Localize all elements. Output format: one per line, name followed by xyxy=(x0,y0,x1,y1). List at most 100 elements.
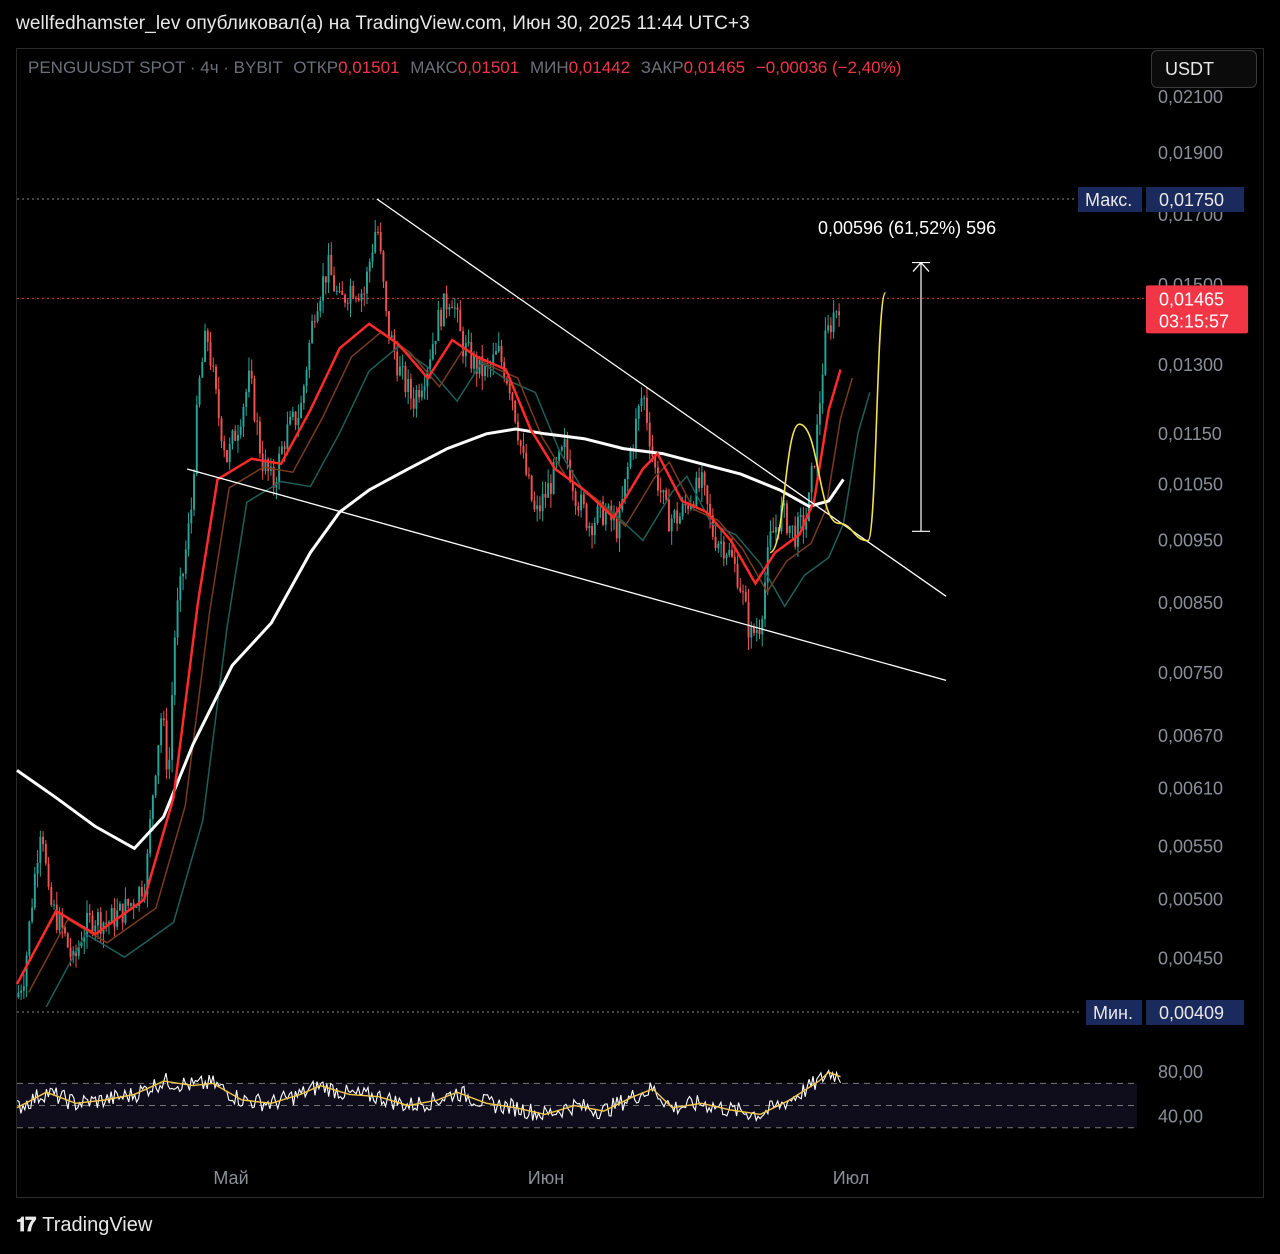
candle-body xyxy=(725,554,728,559)
candle-body xyxy=(357,297,360,301)
candle-body xyxy=(360,293,363,301)
candle-body xyxy=(64,927,66,934)
price-tick-label: 0,00500 xyxy=(1158,890,1223,910)
change-value: −0,00036 (−2,40%) xyxy=(755,58,902,77)
time-label: Май xyxy=(213,1168,248,1188)
min-value: 0,00409 xyxy=(1159,1003,1224,1023)
chart-canvas[interactable]: 0,00596 (61,52%) 5960,021000,019000,0170… xyxy=(0,0,1280,1254)
candle-body xyxy=(300,403,303,418)
candle-body xyxy=(448,307,451,310)
candle-body xyxy=(409,378,412,399)
candle-body xyxy=(758,629,761,635)
candle-body xyxy=(256,420,259,422)
candle-body xyxy=(363,293,366,295)
candle-body xyxy=(237,434,239,441)
candle-body xyxy=(327,254,330,283)
candle-body xyxy=(217,389,220,419)
candle-body xyxy=(195,404,198,475)
candle-body xyxy=(319,300,322,312)
candle-body xyxy=(39,836,42,864)
candle-body xyxy=(223,441,226,451)
price-tick-label: 0,00950 xyxy=(1158,531,1223,551)
candle-body xyxy=(585,504,588,529)
candle-body xyxy=(514,400,517,422)
candle-body xyxy=(28,921,31,956)
candle-body xyxy=(242,406,245,427)
price-tick-label: 0,00850 xyxy=(1158,593,1223,613)
candle-body xyxy=(396,351,399,376)
tradingview-logo[interactable]: 𝟏𝟕 TradingView xyxy=(16,1214,152,1237)
candle-body xyxy=(516,421,519,441)
candle-body xyxy=(47,863,50,887)
ema-mid-line xyxy=(28,331,853,993)
candle-body xyxy=(698,477,701,489)
price-tick-label: 0,00610 xyxy=(1158,778,1223,798)
candle-body xyxy=(736,563,739,588)
candle-body xyxy=(86,913,88,937)
candle-body xyxy=(456,307,459,310)
price-tick-label: 0,02100 xyxy=(1158,87,1223,107)
candle-body xyxy=(656,467,659,491)
candle-body xyxy=(245,392,248,407)
candle-body xyxy=(344,294,346,303)
candle-body xyxy=(404,365,407,393)
candle-body xyxy=(118,903,121,911)
candle-body xyxy=(511,393,514,401)
candle-body xyxy=(42,836,45,845)
candle-body xyxy=(838,311,841,316)
candle-body xyxy=(547,483,550,498)
candle-body xyxy=(484,365,486,377)
candle-body xyxy=(549,483,552,494)
candle-body xyxy=(258,421,261,454)
candle-body xyxy=(50,886,53,905)
candle-body xyxy=(673,510,676,519)
candle-body xyxy=(629,450,632,468)
candle-body xyxy=(640,398,643,407)
candle-body xyxy=(302,386,305,404)
candle-body xyxy=(538,505,541,512)
candle-body xyxy=(58,913,61,931)
candle-body xyxy=(165,720,168,770)
candle-body xyxy=(453,307,456,309)
candle-body xyxy=(670,518,673,532)
candle-body xyxy=(127,899,130,906)
price-tick-label: 0,01300 xyxy=(1158,355,1223,375)
ema-fast-line xyxy=(15,322,842,985)
candle-body xyxy=(374,231,377,253)
candle-body xyxy=(228,443,231,462)
candle-body xyxy=(473,355,475,369)
candles-group xyxy=(17,219,841,1000)
tradingview-mark-icon: 𝟏𝟕 xyxy=(16,1214,36,1236)
candle-body xyxy=(160,718,163,746)
candle-body xyxy=(824,330,827,375)
candle-body xyxy=(193,474,196,510)
high-value: 0,01501 xyxy=(457,58,520,77)
measure-label: 0,00596 (61,52%) 596 xyxy=(818,218,996,238)
candle-body xyxy=(198,377,201,405)
candle-body xyxy=(187,523,190,550)
candle-body xyxy=(508,383,511,394)
candle-body xyxy=(44,844,47,864)
candle-body xyxy=(247,370,250,393)
candle-body xyxy=(761,619,764,635)
candle-body xyxy=(785,503,788,534)
currency-button[interactable]: USDT xyxy=(1151,50,1257,88)
candle-body xyxy=(588,525,591,529)
candle-body xyxy=(286,424,289,450)
candle-body xyxy=(717,543,720,549)
candle-body xyxy=(637,406,640,419)
price-tick-label: 0,01150 xyxy=(1158,424,1222,444)
candle-body xyxy=(387,311,390,338)
low-label: МИН xyxy=(529,58,569,77)
candle-body xyxy=(791,525,794,527)
candle-body xyxy=(55,904,58,931)
time-label: Июн xyxy=(528,1168,564,1188)
candle-body xyxy=(366,271,368,294)
candle-body xyxy=(525,452,528,475)
ma-long-line xyxy=(16,427,845,851)
candle-body xyxy=(105,922,108,924)
candle-body xyxy=(220,418,223,442)
time-label: Июл xyxy=(833,1168,870,1188)
candle-body xyxy=(596,506,599,523)
candle-body xyxy=(714,536,717,549)
